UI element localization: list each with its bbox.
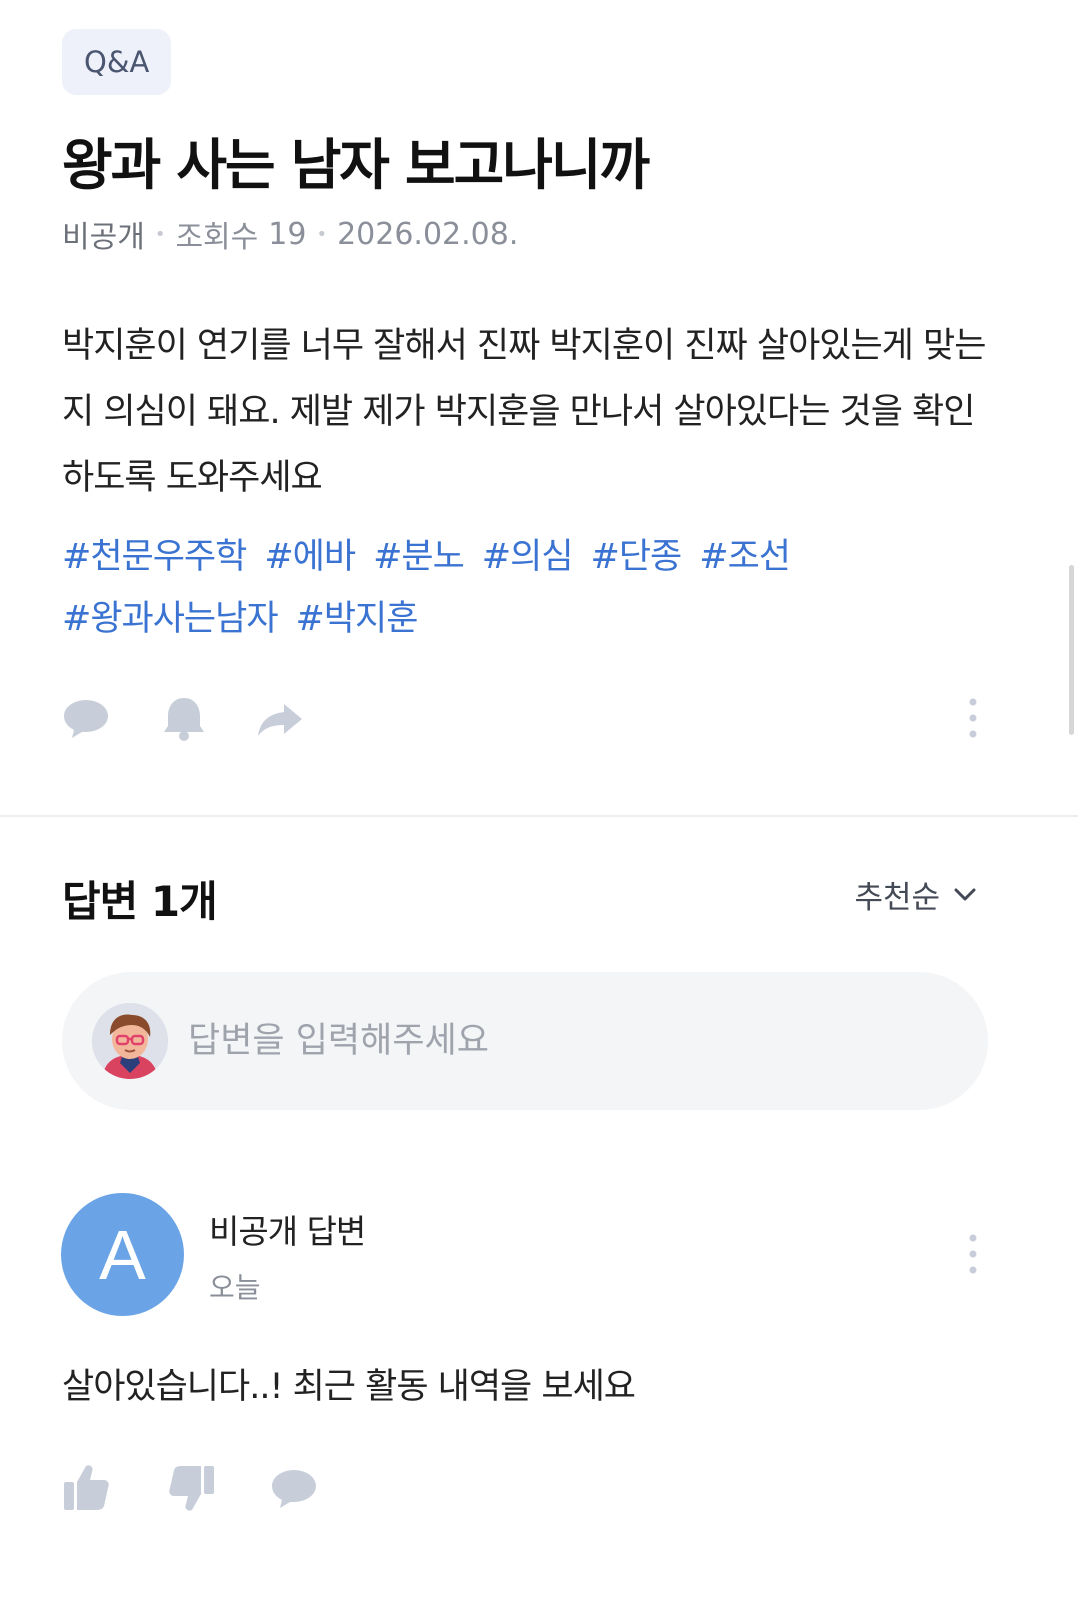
question-body: 박지훈이 연기를 너무 잘해서 진짜 박지훈이 진짜 살아있는게 맞는지 의심이…: [62, 326, 986, 498]
answer-text: 살아있습니다..! 최근 활동 내역을 보세요: [62, 1367, 636, 1407]
chevron-down-icon: [954, 888, 976, 900]
tag-list: #천문우주학 #에바 #분노 #의심 #단종 #조선 #왕과사는남자 #박지훈: [62, 526, 992, 650]
thumbs-down-icon[interactable]: [168, 1464, 216, 1514]
category-badge-label: Q&A: [84, 45, 150, 79]
views-count: 19: [268, 216, 307, 252]
question-meta: 비공개 • 조회수 19 • 2026.02.08.: [62, 212, 518, 256]
answer-input-box[interactable]: [62, 972, 988, 1110]
thumbs-up-icon[interactable]: [62, 1462, 110, 1512]
tag-link[interactable]: #분노: [373, 526, 465, 588]
avatar-letter: A: [99, 1215, 146, 1294]
question-author: 비공개: [62, 220, 145, 255]
tag-link[interactable]: #왕과사는남자: [62, 588, 279, 650]
sort-dropdown[interactable]: 추천순: [854, 872, 978, 917]
tag-link[interactable]: #의심: [482, 526, 574, 588]
category-badge[interactable]: Q&A: [62, 29, 172, 95]
meta-separator: •: [316, 223, 328, 245]
answers-count-header: 답변 1개: [62, 877, 218, 926]
tag-link[interactable]: #에바: [264, 526, 356, 588]
share-icon[interactable]: [256, 694, 304, 742]
question-date: 2026.02.08.: [337, 216, 519, 252]
tag-link[interactable]: #조선: [699, 526, 791, 588]
answer-input[interactable]: [188, 1021, 828, 1061]
answerer-avatar: A: [61, 1193, 184, 1316]
answer-time: 오늘: [209, 1271, 261, 1304]
page: Q&A 왕과 사는 남자 보고나니까 비공개 • 조회수 19 • 2026.0…: [0, 0, 1078, 1616]
question-title: 왕과 사는 남자 보고나니까: [62, 133, 650, 197]
section-divider: [0, 815, 1078, 817]
more-vertical-icon[interactable]: [960, 696, 986, 740]
sort-label: 추천순: [854, 880, 940, 916]
more-vertical-icon[interactable]: [960, 1232, 986, 1276]
user-avatar: [92, 1003, 168, 1079]
scrollbar[interactable]: [1069, 565, 1074, 735]
comment-icon[interactable]: [270, 1464, 318, 1512]
tag-link[interactable]: #천문우주학: [62, 526, 247, 588]
comment-icon[interactable]: [62, 694, 110, 742]
views-label: 조회수: [175, 220, 259, 255]
question-actions: [62, 694, 992, 742]
tag-link[interactable]: #단종: [591, 526, 683, 588]
answer-author: 비공개 답변: [209, 1212, 366, 1251]
tag-link[interactable]: #박지훈: [296, 588, 419, 650]
meta-separator: •: [154, 223, 166, 245]
answer-actions: [62, 1462, 362, 1514]
bell-icon[interactable]: [160, 694, 208, 742]
